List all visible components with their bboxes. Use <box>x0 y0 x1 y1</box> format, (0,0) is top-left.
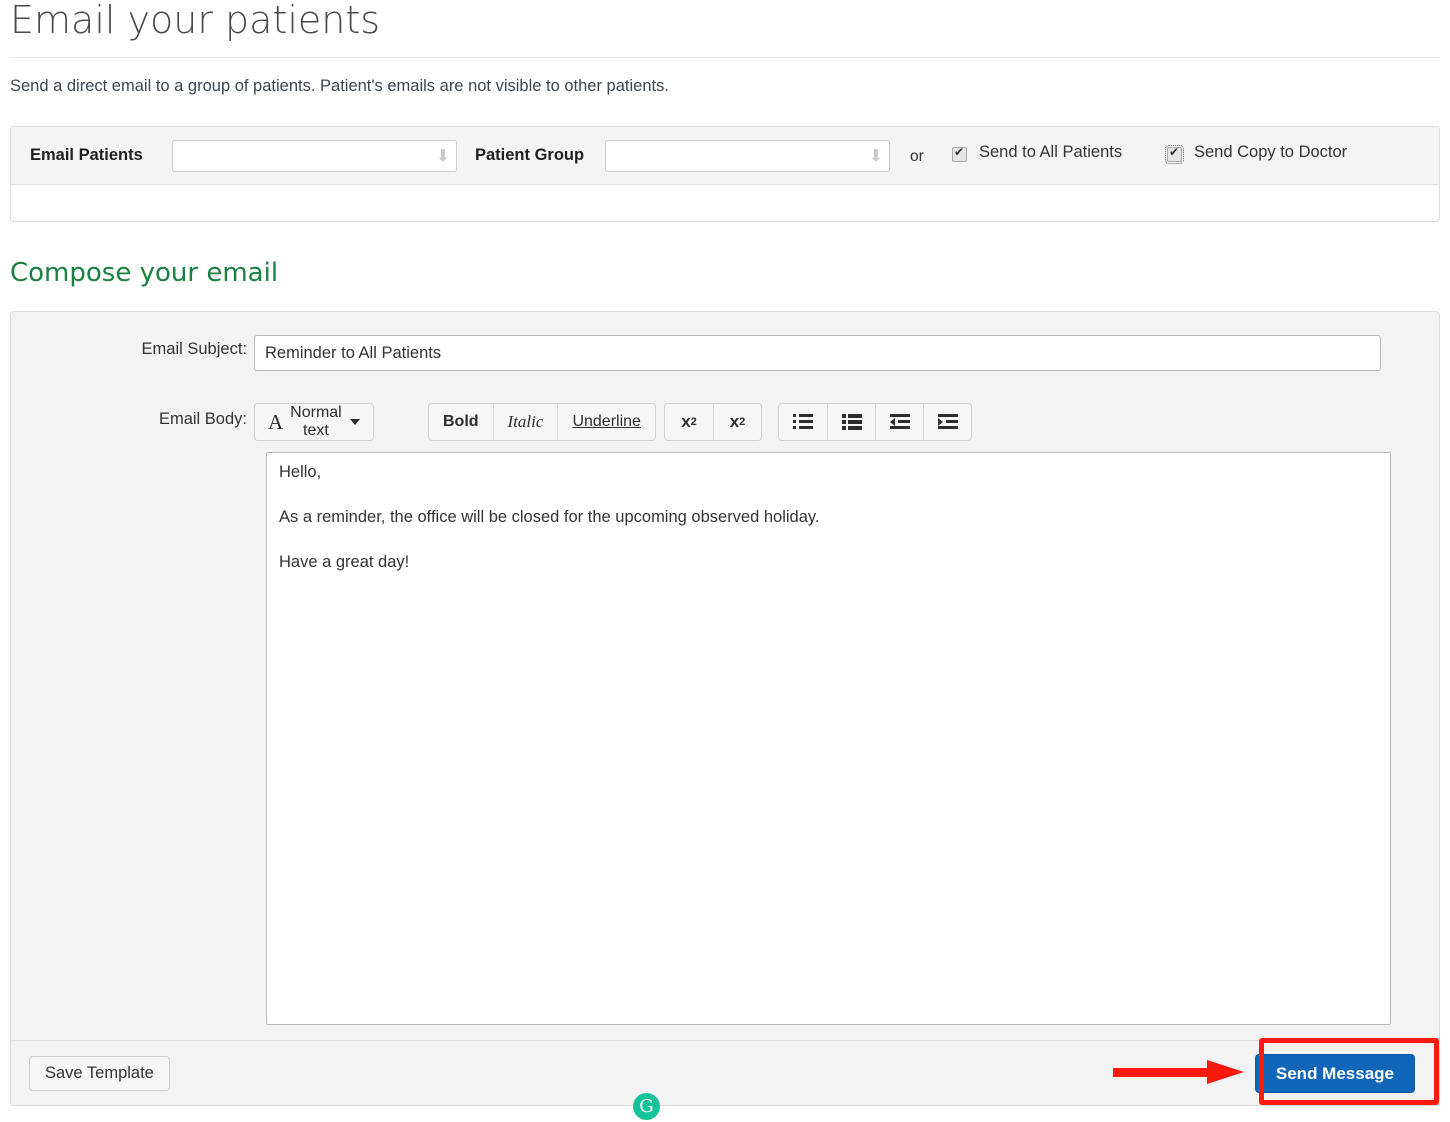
normal-text-dropdown-button[interactable]: A Normal text <box>255 404 373 440</box>
or-separator-text: or <box>910 148 924 165</box>
bold-button[interactable]: Bold <box>429 404 493 440</box>
email-body-editor[interactable]: Hello, As a reminder, the office will be… <box>266 452 1391 1025</box>
send-message-button[interactable]: Send Message <box>1254 1054 1415 1093</box>
title-divider <box>10 57 1440 58</box>
compose-panel: Email Subject: Email Body: A Normal text… <box>10 311 1440 1106</box>
bullet-list-button[interactable] <box>827 404 875 440</box>
superscript-button[interactable]: x2 <box>713 404 761 440</box>
email-patients-select[interactable]: ⬇ <box>172 140 457 172</box>
compose-heading: Compose your email <box>10 258 279 288</box>
send-to-all-patients-label: Send to All Patients <box>979 143 1123 161</box>
superscript-digit: 2 <box>739 416 746 428</box>
body-paragraph: Have a great day! <box>279 553 410 571</box>
recipient-selector-panel: Email Patients ⬇ Patient Group ⬇ or Send… <box>10 126 1440 222</box>
italic-button[interactable]: Italic <box>492 404 558 440</box>
outdent-button[interactable] <box>875 404 923 440</box>
email-patients-page: Email your patients Send a direct email … <box>0 0 1450 1122</box>
send-to-all-patients-checkbox[interactable] <box>952 145 967 162</box>
bullet-list-icon <box>841 414 862 430</box>
send-copy-to-doctor-label: Send Copy to Doctor <box>1194 143 1348 161</box>
outdent-icon <box>889 414 910 430</box>
email-subject-label: Email Subject: <box>141 340 247 358</box>
body-paragraph: As a reminder, the office will be closed… <box>279 508 820 526</box>
arrow-shaft <box>1113 1068 1211 1077</box>
red-arrow-annotation <box>1113 1060 1244 1084</box>
numbered-list-icon <box>793 414 813 430</box>
subscript-digit: 2 <box>690 416 697 428</box>
send-copy-to-doctor-checkbox[interactable] <box>1165 145 1184 164</box>
page-subtitle: Send a direct email to a group of patien… <box>10 77 669 95</box>
email-body-label: Email Body: <box>158 410 247 428</box>
list-indent-group <box>778 403 972 441</box>
arrow-head <box>1207 1060 1244 1084</box>
script-format-group: x2 x2 <box>664 403 762 441</box>
page-title: Email your patients <box>10 0 381 42</box>
caret-down-icon <box>349 419 360 425</box>
underline-button[interactable]: Underline <box>557 404 655 440</box>
body-paragraph: Hello, <box>279 463 322 481</box>
serif-a-icon: A <box>268 409 284 434</box>
down-arrow-icon: ⬇ <box>435 146 450 166</box>
grammarly-icon[interactable]: G <box>633 1093 660 1120</box>
text-style-group: A Normal text <box>254 403 374 441</box>
text-format-group: Bold Italic Underline <box>428 403 656 441</box>
subscript-button[interactable]: x2 <box>665 404 713 440</box>
save-template-button[interactable]: Save Template <box>29 1056 170 1091</box>
email-subject-input[interactable] <box>254 335 1381 371</box>
normal-text-label: Normal text <box>290 404 342 439</box>
patient-group-label: Patient Group <box>475 146 585 164</box>
indent-button[interactable] <box>923 404 971 440</box>
email-patients-label: Email Patients <box>30 146 143 164</box>
indent-icon <box>937 414 958 430</box>
down-arrow-icon: ⬇ <box>868 146 883 166</box>
patient-group-select[interactable]: ⬇ <box>605 140 890 172</box>
numbered-list-button[interactable] <box>779 404 827 440</box>
